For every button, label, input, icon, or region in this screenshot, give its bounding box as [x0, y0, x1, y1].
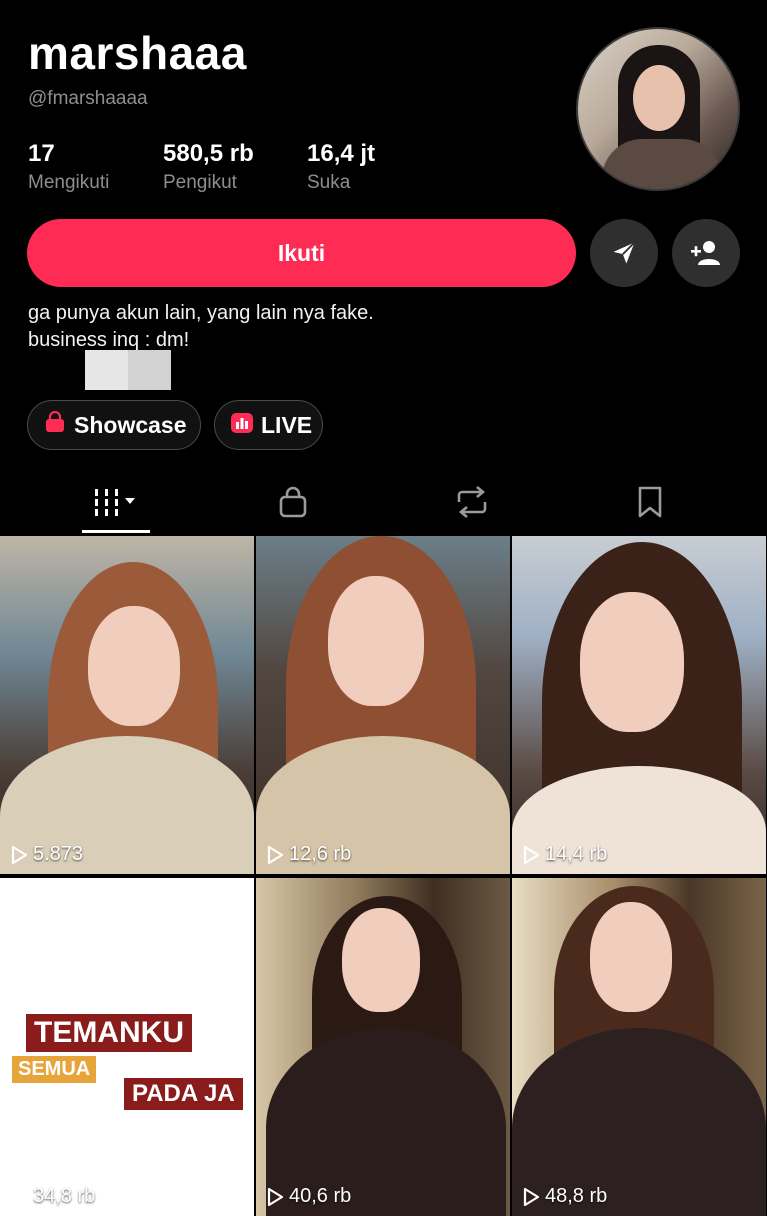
- play-icon: [267, 1187, 284, 1206]
- profile-tabs: [0, 470, 767, 534]
- tab-shop[interactable]: [243, 470, 343, 534]
- profile-username: @fmarshaaaa: [28, 88, 148, 109]
- bookmark-icon: [638, 486, 662, 518]
- view-count-value: 12,6 rb: [289, 843, 352, 865]
- live-button[interactable]: LIVE: [214, 400, 323, 450]
- thumbnail-face: [342, 908, 420, 1012]
- play-icon: [523, 845, 540, 864]
- bio-line-2: business inq : dm!: [28, 329, 190, 351]
- view-count: 12,6 rb: [266, 843, 351, 866]
- view-count: 5.873: [10, 843, 83, 866]
- stat-following-value: 17: [28, 140, 55, 167]
- video-tile[interactable]: 48,8 rb: [512, 878, 766, 1216]
- tab-saved[interactable]: [600, 470, 700, 534]
- stat-likes-value: 16,4 jt: [307, 140, 376, 167]
- stat-followers-value: 580,5 rb: [163, 140, 254, 167]
- play-icon: [11, 1187, 28, 1206]
- play-icon: [267, 845, 284, 864]
- tab-videos[interactable]: [66, 470, 166, 534]
- stat-following-label: Mengikuti: [28, 172, 110, 193]
- avatar-shirt: [602, 139, 722, 189]
- add-friend-button[interactable]: [672, 219, 740, 287]
- stat-followers[interactable]: 580,5 rb Pengikut: [163, 140, 254, 194]
- shop-icon: [279, 486, 307, 518]
- video-tile[interactable]: 12,6 rb: [256, 536, 510, 874]
- thumbnail-caption-1: TEMANKU: [26, 1014, 192, 1052]
- shopping-bag-icon: [44, 410, 66, 439]
- video-tile[interactable]: 5.873: [0, 536, 254, 874]
- view-count-value: 40,6 rb: [289, 1185, 352, 1207]
- video-tile[interactable]: 40,6 rb: [256, 878, 510, 1216]
- bio-line-1: ga punya akun lain, yang lain nya fake.: [28, 302, 374, 324]
- active-tab-indicator: [82, 530, 150, 533]
- stat-likes-label: Suka: [307, 172, 351, 193]
- view-count: 48,8 rb: [522, 1185, 607, 1208]
- profile-display-name: marshaaa: [28, 27, 247, 79]
- thumbnail-face: [580, 592, 684, 732]
- message-button[interactable]: [590, 219, 658, 287]
- showcase-label: Showcase: [74, 411, 187, 438]
- profile-bio: ga punya akun lain, yang lain nya fake. …: [28, 300, 374, 354]
- thumbnail-face: [328, 576, 424, 706]
- stat-likes[interactable]: 16,4 jt Suka: [307, 140, 375, 194]
- thumbnail-caption-3: PADA JA: [124, 1078, 243, 1110]
- avatar-face: [633, 65, 685, 131]
- thumbnail-face: [590, 902, 672, 1012]
- stat-followers-label: Pengikut: [163, 172, 237, 193]
- live-icon: [231, 412, 253, 439]
- repost-icon: [457, 486, 487, 518]
- thumbnail-caption-2: SEMUA: [12, 1056, 97, 1083]
- play-icon: [11, 845, 28, 864]
- redacted-link: [85, 350, 171, 390]
- send-icon: [613, 241, 636, 264]
- view-count-value: 48,8 rb: [545, 1185, 608, 1207]
- videos-grid-icon: [95, 489, 135, 516]
- thumbnail-face: [88, 606, 180, 726]
- avatar[interactable]: [576, 27, 740, 191]
- showcase-button[interactable]: Showcase: [27, 400, 201, 450]
- view-count: 14,4 rb: [522, 843, 607, 866]
- view-count-value: 14,4 rb: [545, 843, 608, 865]
- live-label: LIVE: [261, 411, 313, 438]
- view-count: 40,6 rb: [266, 1185, 351, 1208]
- view-count-value: 34,8 rb: [33, 1185, 96, 1207]
- stat-following[interactable]: 17 Mengikuti: [28, 140, 109, 194]
- video-tile[interactable]: 14,4 rb: [512, 536, 766, 874]
- add-user-icon: [691, 241, 720, 265]
- play-icon: [523, 1187, 540, 1206]
- follow-button[interactable]: Ikuti: [27, 219, 576, 287]
- tab-reposts[interactable]: [422, 470, 522, 534]
- view-count-value: 5.873: [33, 843, 84, 865]
- video-tile[interactable]: TEMANKU SEMUA PADA JA 34,8 rb: [0, 878, 254, 1216]
- view-count: 34,8 rb: [10, 1185, 95, 1208]
